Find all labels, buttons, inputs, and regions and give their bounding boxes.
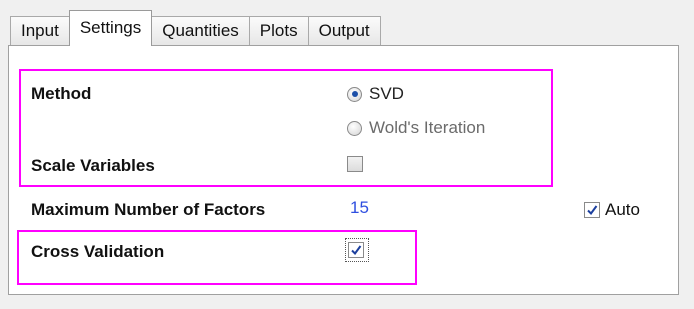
scale-variables-label: Scale Variables	[31, 156, 155, 175]
cross-validation-checkbox[interactable]	[348, 242, 364, 258]
svd-radio[interactable]	[347, 86, 362, 102]
method-option-svd[interactable]: SVD	[347, 84, 404, 104]
tab-strip: Input Settings Quantities Plots Output	[10, 10, 381, 46]
settings-panel: Method SVD Wold's Iteration Scale Variab…	[8, 45, 679, 295]
max-factors-value[interactable]: 15	[350, 198, 369, 218]
tab-input[interactable]: Input	[10, 16, 70, 46]
auto-checkbox[interactable]	[584, 202, 600, 218]
method-option-wolds-iteration[interactable]: Wold's Iteration	[347, 118, 485, 138]
max-factors-label: Maximum Number of Factors	[31, 200, 266, 219]
tab-settings[interactable]: Settings	[68, 10, 153, 46]
tab-plots[interactable]: Plots	[248, 16, 309, 46]
method-label: Method	[31, 84, 92, 103]
wolds-iteration-radio[interactable]	[347, 120, 362, 136]
svd-label: SVD	[369, 84, 404, 103]
wolds-iteration-label: Wold's Iteration	[369, 118, 486, 137]
tab-quantities[interactable]: Quantities	[151, 16, 250, 46]
checkmark-icon	[587, 205, 598, 216]
cross-validation-label: Cross Validation	[31, 242, 165, 261]
auto-label: Auto	[605, 200, 640, 219]
settings-dialog: Input Settings Quantities Plots Output M…	[0, 0, 694, 309]
tab-output[interactable]: Output	[307, 16, 381, 46]
auto-option[interactable]: Auto	[584, 200, 640, 220]
scale-variables-checkbox[interactable]	[347, 156, 363, 172]
checkmark-icon	[351, 245, 362, 256]
